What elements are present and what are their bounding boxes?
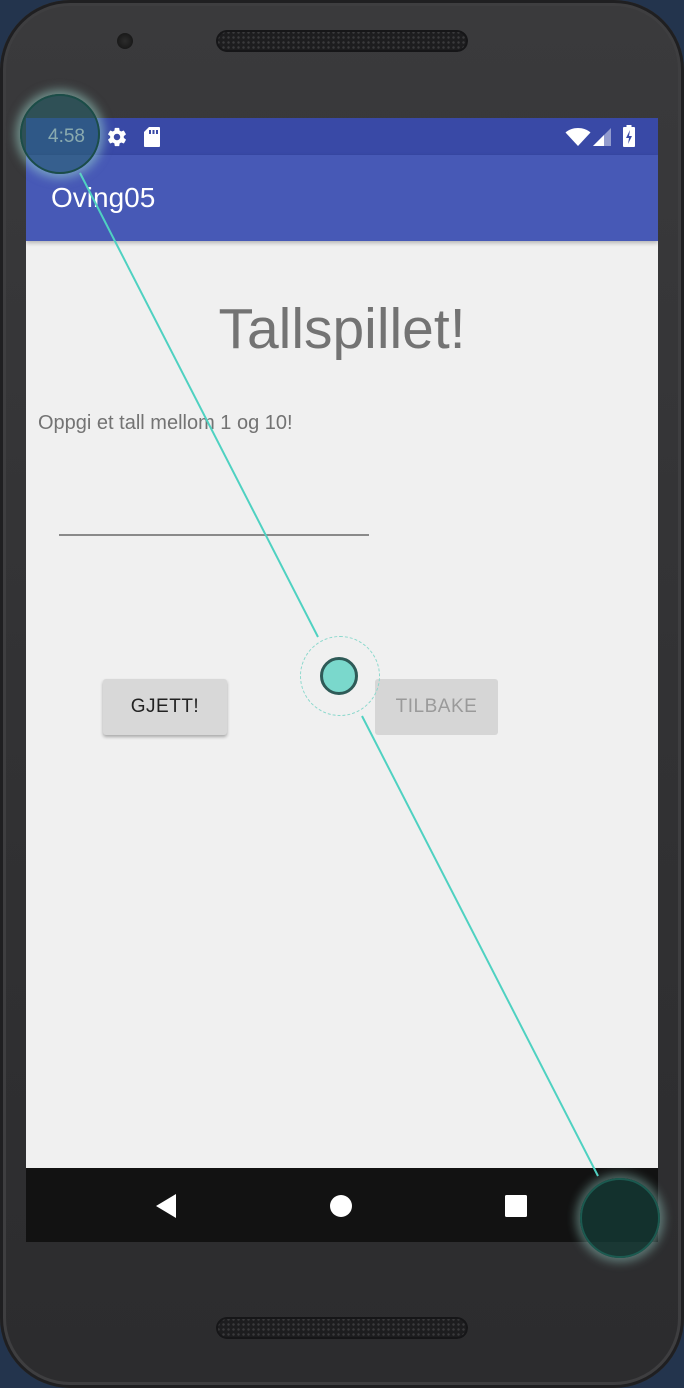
earpiece-speaker <box>216 30 468 52</box>
gear-icon <box>106 126 128 153</box>
back-button[interactable]: TILBAKE <box>375 679 498 735</box>
front-camera <box>117 33 133 49</box>
prompt-label: Oppgi et tall mellom 1 og 10! <box>38 412 293 434</box>
signal-icon <box>592 127 612 152</box>
page-title: Tallspillet! <box>218 297 466 361</box>
app-bar: Oving05 <box>26 155 658 241</box>
phone-frame: 4:58 Oving05 Tallspillet! Oppgi et tall … <box>0 0 684 1388</box>
bottom-speaker <box>216 1317 468 1339</box>
home-circle-icon[interactable] <box>324 1189 358 1223</box>
status-bar: 4:58 <box>26 118 658 155</box>
number-input[interactable] <box>59 496 369 536</box>
battery-charging-icon <box>623 125 635 152</box>
status-time: 4:58 <box>48 126 85 147</box>
back-triangle-icon[interactable] <box>149 1189 183 1223</box>
sd-card-icon <box>143 126 161 153</box>
app-title: Oving05 <box>51 182 156 213</box>
navigation-bar <box>26 1168 658 1242</box>
guess-button[interactable]: GJETT! <box>103 679 227 735</box>
device-screen: 4:58 Oving05 Tallspillet! Oppgi et tall … <box>26 118 658 1242</box>
recents-square-icon[interactable] <box>499 1189 533 1223</box>
wifi-icon <box>565 127 591 152</box>
